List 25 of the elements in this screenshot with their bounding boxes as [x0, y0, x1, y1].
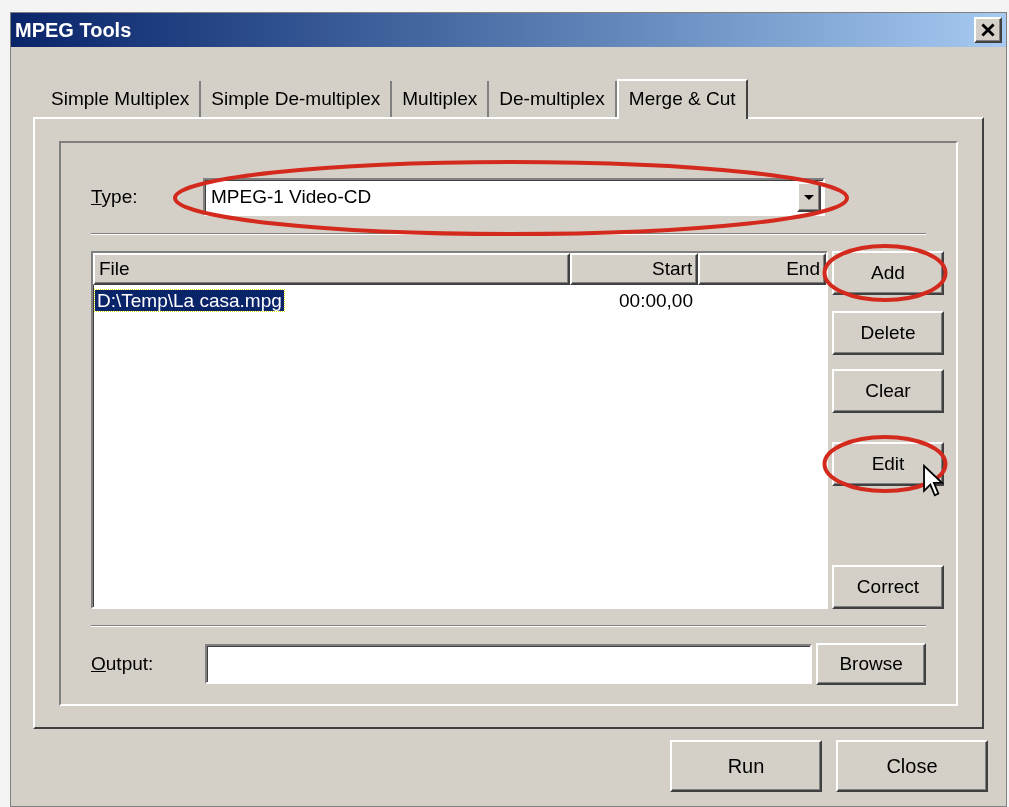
- browse-button[interactable]: Browse: [816, 643, 926, 685]
- tab[interactable]: Multiplex: [392, 81, 490, 117]
- column-header[interactable]: File: [93, 253, 571, 285]
- type-dropdown[interactable]: MPEG-1 Video-CD: [203, 178, 825, 216]
- dialog-button[interactable]: Run: [670, 740, 822, 792]
- close-icon: [981, 23, 995, 37]
- side-button[interactable]: Correct: [832, 565, 944, 609]
- side-button[interactable]: Clear: [832, 369, 944, 413]
- column-header[interactable]: Start: [570, 253, 699, 285]
- start-cell: 00:00,00: [619, 289, 693, 311]
- tab[interactable]: Merge & Cut: [616, 79, 748, 119]
- window-title: MPEG Tools: [15, 18, 132, 43]
- tab[interactable]: Simple De-multiplex: [201, 81, 393, 117]
- caret-icon: [804, 194, 814, 200]
- output-field[interactable]: [204, 644, 813, 684]
- tab[interactable]: Simple Multiplex: [41, 81, 202, 117]
- column-header[interactable]: End: [698, 253, 826, 285]
- type-label: Type:: [91, 184, 139, 209]
- side-button[interactable]: Add: [832, 251, 944, 295]
- dropdown-button[interactable]: [797, 182, 821, 212]
- dialog-button[interactable]: Close: [836, 740, 988, 792]
- side-button[interactable]: Delete: [832, 311, 944, 355]
- output-label: Output:: [91, 651, 155, 676]
- close-button[interactable]: [974, 17, 1002, 43]
- file-cell[interactable]: D:\Temp\La casa.mpg: [95, 289, 284, 311]
